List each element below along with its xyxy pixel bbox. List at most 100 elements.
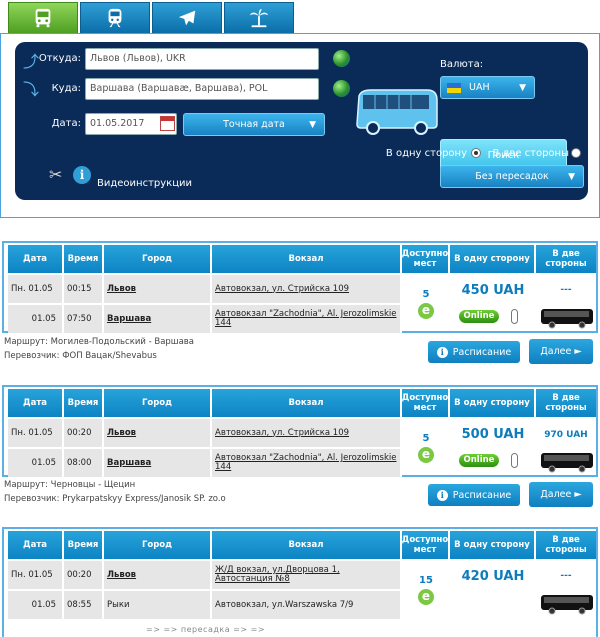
to-label: Куда: bbox=[51, 83, 81, 94]
row-station-link[interactable]: Ж/Д вокзал, ул.Дворцова 1, Автостанция №… bbox=[212, 559, 402, 589]
price-round-trip[interactable]: 970 UAH bbox=[506, 430, 600, 440]
row-time: 00:20 bbox=[64, 417, 104, 447]
header-station: Вокзал bbox=[212, 389, 402, 417]
chevron-down-icon: ▼ bbox=[568, 171, 575, 182]
row-city-link[interactable]: Львов bbox=[104, 417, 212, 447]
video-instructions-link[interactable]: Видеоинструкции bbox=[97, 178, 192, 189]
result-card-3: Дата Время Город Вокзал Доступно мест В … bbox=[2, 527, 598, 637]
transfers-label: Без пересадок bbox=[475, 171, 549, 182]
header-station: Вокзал bbox=[212, 531, 402, 559]
tab-train[interactable] bbox=[80, 2, 150, 34]
bus-icon bbox=[541, 453, 593, 473]
next-button[interactable]: Далее ► bbox=[529, 482, 593, 507]
route-text: Маршрут: Могилев-Подольский - Варшава bbox=[4, 337, 195, 347]
e-ticket-icon: e bbox=[418, 447, 434, 463]
row-time: 07:50 bbox=[64, 303, 104, 333]
row-time: 00:20 bbox=[64, 559, 104, 589]
row-time: 08:00 bbox=[64, 447, 104, 477]
row-station-link[interactable]: Автовокзал, ул. Стрийска 109 bbox=[212, 417, 402, 447]
bus-icon bbox=[35, 8, 51, 28]
search-panel: ⤴ ⤵ Откуда: Львов (Львов), UKR Куда: Вар… bbox=[15, 42, 588, 200]
header-seats: Доступно мест bbox=[402, 245, 450, 273]
globe-icon[interactable] bbox=[333, 80, 350, 97]
carrier-text: Перевозчик: ФОП Вацак/Shevabus bbox=[4, 351, 157, 361]
schedule-button[interactable]: i Расписание bbox=[428, 484, 520, 506]
tab-beach[interactable] bbox=[224, 2, 294, 34]
transfer-note: => => пересадка => => bbox=[146, 625, 266, 634]
header-date: Дата bbox=[8, 531, 64, 559]
row-date: Пн. 01.05 bbox=[8, 417, 64, 447]
header-time: Время bbox=[64, 245, 104, 273]
row-city: Рыки bbox=[104, 589, 212, 619]
date-mode-label: Точная дата bbox=[223, 119, 285, 130]
date-label: Дата: bbox=[51, 118, 81, 129]
header-city: Город bbox=[104, 531, 212, 559]
date-mode-select[interactable]: Точная дата ▼ bbox=[183, 113, 325, 136]
row-city-link[interactable]: Львов bbox=[104, 559, 212, 589]
info-icon[interactable]: i bbox=[73, 166, 91, 184]
header-round-trip: В две стороны bbox=[536, 389, 596, 417]
header-date: Дата bbox=[8, 245, 64, 273]
schedule-button[interactable]: i Расписание bbox=[428, 341, 520, 363]
row-time: 00:15 bbox=[64, 273, 104, 303]
from-input[interactable]: Львов (Львов), UKR bbox=[85, 48, 319, 70]
bus-icon bbox=[541, 309, 593, 329]
row-station: Автовокзал, ул.Warszawska 7/9 bbox=[212, 589, 402, 619]
row-date: 01.05 bbox=[8, 447, 64, 477]
paperclip-icon bbox=[511, 453, 518, 468]
result-card-1: Дата Время Город Вокзал Доступно мест В … bbox=[2, 241, 598, 333]
one-way-radio[interactable] bbox=[471, 148, 481, 158]
row-date: 01.05 bbox=[8, 589, 64, 619]
next-button[interactable]: Далее ► bbox=[529, 339, 593, 364]
round-trip-radio[interactable] bbox=[571, 148, 581, 158]
header-time: Время bbox=[64, 389, 104, 417]
row-date: Пн. 01.05 bbox=[8, 559, 64, 589]
row-city-link[interactable]: Львов bbox=[104, 273, 212, 303]
result-card-2: Дата Время Город Вокзал Доступно мест В … bbox=[2, 385, 598, 477]
header-one-way: В одну сторону bbox=[450, 531, 536, 559]
round-trip-label: В две стороны bbox=[492, 148, 569, 159]
currency-select[interactable]: UAH ▼ bbox=[440, 76, 535, 99]
header-seats: Доступно мест bbox=[402, 531, 450, 559]
carrier-text: Перевозчик: Prykarpatskyy Express/Janosi… bbox=[4, 494, 226, 504]
header-date: Дата bbox=[8, 389, 64, 417]
row-date: Пн. 01.05 bbox=[8, 273, 64, 303]
globe-icon[interactable] bbox=[333, 50, 350, 67]
tab-plane[interactable] bbox=[152, 2, 222, 34]
chevron-down-icon: ▼ bbox=[309, 119, 316, 130]
header-round-trip: В две стороны bbox=[536, 531, 596, 559]
schedule-label: Расписание bbox=[452, 489, 512, 501]
transfers-select[interactable]: Без пересадок ▼ bbox=[440, 165, 584, 188]
plane-icon bbox=[178, 10, 196, 26]
online-badge[interactable]: Online bbox=[459, 454, 499, 467]
calendar-icon[interactable] bbox=[160, 116, 175, 131]
row-station-link[interactable]: Автовокзал "Zachodnia", Al. Jerozolimski… bbox=[212, 447, 402, 477]
price-round-trip: --- bbox=[560, 571, 572, 581]
ukraine-flag-icon bbox=[447, 82, 461, 93]
header-city: Город bbox=[104, 389, 212, 417]
swap-down-arrow-icon[interactable]: ⤵ bbox=[23, 78, 39, 102]
info-icon: i bbox=[436, 489, 448, 501]
row-city-link[interactable]: Варшава bbox=[104, 303, 212, 333]
tools-icon[interactable]: ✂ bbox=[49, 166, 67, 184]
row-station-link[interactable]: Автовокзал "Zachodnia", Al. Jerozolimski… bbox=[212, 303, 402, 333]
currency-value: UAH bbox=[469, 82, 490, 93]
header-city: Город bbox=[104, 245, 212, 273]
to-input[interactable]: Варшава (Варшавæ, Варшава), POL bbox=[85, 78, 319, 100]
price-round-trip: --- bbox=[560, 285, 572, 295]
row-station-link[interactable]: Автовокзал, ул. Стрийска 109 bbox=[212, 273, 402, 303]
header-one-way: В одну сторону bbox=[450, 389, 536, 417]
header-station: Вокзал bbox=[212, 245, 402, 273]
online-badge[interactable]: Online bbox=[459, 310, 499, 323]
bus-illustration bbox=[356, 89, 438, 135]
row-city-link[interactable]: Варшава bbox=[104, 447, 212, 477]
one-way-label: В одну сторону bbox=[385, 148, 467, 159]
swap-up-arrow-icon[interactable]: ⤴ bbox=[23, 50, 39, 74]
from-label: Откуда: bbox=[38, 53, 81, 64]
header-one-way: В одну сторону bbox=[450, 245, 536, 273]
chevron-down-icon: ▼ bbox=[519, 82, 526, 93]
schedule-label: Расписание bbox=[452, 346, 512, 358]
header-time: Время bbox=[64, 531, 104, 559]
search-area: ⤴ ⤵ Откуда: Львов (Львов), UKR Куда: Вар… bbox=[0, 33, 600, 218]
tab-bus[interactable] bbox=[8, 2, 78, 34]
